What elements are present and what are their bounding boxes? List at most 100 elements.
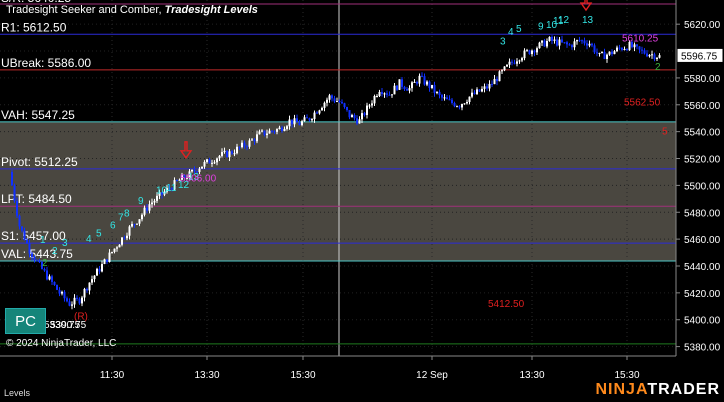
count-marker: 1 bbox=[40, 235, 46, 246]
pc-button[interactable]: PC bbox=[5, 308, 46, 334]
price-bar-body bbox=[143, 207, 146, 215]
price-bar-body bbox=[511, 61, 513, 63]
count-marker: 3 bbox=[62, 238, 68, 249]
y-axis-label: 5420.00 bbox=[684, 289, 721, 300]
price-bar-body bbox=[588, 43, 591, 46]
copyright-text: © 2024 NinjaTrader, LLC bbox=[6, 338, 117, 349]
last-price-label: 5596.75 bbox=[681, 51, 718, 62]
price-bar-body bbox=[308, 118, 311, 121]
price-bar-body bbox=[111, 251, 113, 253]
level-label: VAH: 5547.25 bbox=[1, 108, 75, 122]
price-bar-body bbox=[61, 291, 63, 294]
price-bar-body bbox=[401, 79, 403, 87]
price-bar-body bbox=[616, 47, 618, 52]
price-bar-body bbox=[73, 297, 76, 305]
price-bar-body bbox=[201, 166, 203, 169]
price-bar-body bbox=[346, 106, 348, 111]
price-bar-body bbox=[408, 88, 411, 91]
price-bar-body bbox=[341, 102, 343, 104]
price-bar-body bbox=[548, 36, 551, 42]
price-bar-body bbox=[23, 230, 26, 240]
count-marker: 6 bbox=[110, 220, 116, 231]
price-bar-body bbox=[516, 61, 518, 64]
price-bar-body bbox=[601, 51, 603, 53]
price-bar-body bbox=[521, 58, 523, 61]
price-bar-body bbox=[591, 43, 593, 46]
price-bar-body bbox=[561, 39, 563, 43]
price-bar-body bbox=[493, 78, 496, 85]
price-bar-body bbox=[358, 119, 361, 124]
price-bar-body bbox=[63, 291, 66, 299]
price-annotation: 5506.00 bbox=[180, 173, 217, 184]
price-bar-body bbox=[403, 86, 406, 90]
price-bar-body bbox=[21, 226, 23, 231]
x-axis-label: 11:30 bbox=[100, 370, 125, 381]
price-bar-body bbox=[513, 62, 516, 64]
price-bar-body bbox=[206, 159, 208, 162]
price-bar-body bbox=[251, 139, 253, 141]
tab-levels[interactable]: Levels bbox=[4, 388, 30, 398]
y-axis-label: 5460.00 bbox=[684, 235, 721, 246]
price-bar-body bbox=[331, 95, 333, 99]
price-bar-body bbox=[586, 43, 588, 46]
price-bar-body bbox=[456, 106, 458, 108]
price-bar-body bbox=[211, 162, 213, 164]
price-bar-body bbox=[296, 118, 298, 123]
price-bar-body bbox=[483, 86, 486, 89]
price-bar-body bbox=[468, 96, 471, 103]
price-bar-body bbox=[568, 44, 571, 46]
price-bar-body bbox=[536, 48, 538, 53]
price-bar-body bbox=[56, 284, 58, 290]
price-bar-body bbox=[641, 49, 643, 51]
price-bar-body bbox=[273, 131, 276, 133]
price-bar-body bbox=[11, 171, 13, 186]
price-bar-body bbox=[323, 102, 326, 108]
price-bar-body bbox=[53, 281, 56, 285]
price-bar-body bbox=[148, 204, 151, 211]
price-bar-body bbox=[93, 275, 96, 280]
price-bar-body bbox=[573, 41, 576, 48]
price-bar-body bbox=[421, 75, 423, 77]
price-bar-body bbox=[546, 41, 548, 47]
price-bar-body bbox=[523, 50, 526, 59]
price-bar-body bbox=[248, 140, 251, 147]
price-bar-body bbox=[448, 99, 451, 101]
price-bar-body bbox=[611, 51, 613, 55]
price-bar-body bbox=[416, 81, 418, 84]
price-bar-body bbox=[571, 45, 573, 48]
y-axis-label: 5480.00 bbox=[684, 208, 721, 219]
indicator-name: Tradesight Seeker and Comber, bbox=[6, 4, 162, 16]
count-marker-green: 2 bbox=[42, 258, 48, 269]
x-axis-label: 12 Sep bbox=[416, 370, 448, 381]
price-bar-body bbox=[86, 288, 88, 291]
count-marker-upper: 12 bbox=[558, 15, 570, 26]
price-bar-body bbox=[321, 107, 323, 111]
count-marker: 11 bbox=[166, 183, 177, 194]
count-marker: 9 bbox=[138, 196, 144, 207]
price-bar-body bbox=[313, 112, 316, 120]
price-bar-body bbox=[298, 122, 301, 126]
price-bar-body bbox=[593, 45, 596, 53]
y-axis-label: 5520.00 bbox=[684, 155, 721, 166]
price-bar-body bbox=[58, 289, 61, 294]
price-bar-body bbox=[136, 223, 138, 225]
price-bar-body bbox=[68, 301, 71, 306]
price-bar-body bbox=[446, 97, 448, 100]
price-bar-body bbox=[503, 66, 506, 71]
price-bar-body bbox=[316, 112, 318, 114]
price-bar-body bbox=[81, 297, 83, 304]
price-bar-body bbox=[458, 106, 461, 108]
y-axis-label: 5440.00 bbox=[684, 262, 721, 273]
price-bar-body bbox=[221, 152, 223, 156]
price-bar-body bbox=[326, 99, 328, 103]
price-bar-body bbox=[553, 39, 556, 41]
price-bar-body bbox=[121, 237, 123, 245]
y-axis-label: 5620.00 bbox=[684, 20, 721, 31]
price-bar-body bbox=[658, 55, 661, 58]
price-bar-body bbox=[386, 93, 388, 95]
price-bar-body bbox=[388, 94, 391, 96]
price-bar-body bbox=[576, 40, 578, 42]
ninjatrader-logo: NINJATRADER bbox=[596, 381, 721, 399]
price-bar-body bbox=[91, 279, 93, 283]
price-bar-body bbox=[348, 110, 351, 118]
